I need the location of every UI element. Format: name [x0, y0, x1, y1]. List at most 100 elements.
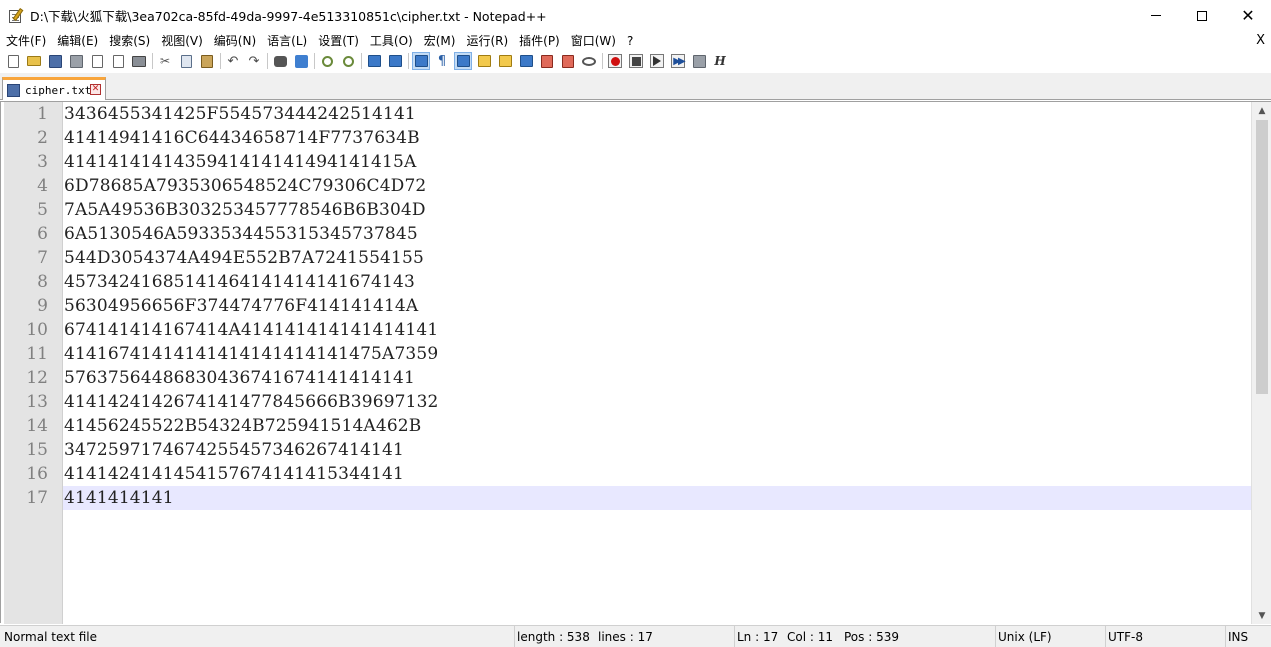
pilcrow-icon: ¶	[437, 53, 447, 69]
run-macro-multiple-button[interactable]: ▶▶	[669, 52, 687, 70]
indent-guide-button[interactable]	[454, 52, 472, 70]
sync-horizontal-button[interactable]	[386, 52, 404, 70]
scroll-down-arrow-icon[interactable]: ▼	[1252, 607, 1271, 624]
text-content[interactable]: 3436455341425F554573444242514141 41414941…	[63, 102, 1252, 624]
menu-language[interactable]: 语言(L)	[261, 32, 312, 49]
print-button[interactable]	[130, 52, 148, 70]
close-all-icon	[112, 54, 124, 68]
menu-run[interactable]: 运行(R)	[460, 32, 513, 49]
folder-as-workspace-button[interactable]	[559, 52, 577, 70]
close-window-button[interactable]: ✕	[1225, 0, 1271, 31]
menu-tools[interactable]: 工具(O)	[364, 32, 418, 49]
close-all-button[interactable]	[109, 52, 127, 70]
text-line[interactable]: 674141414167414A414141414141414141	[64, 318, 438, 342]
text-line[interactable]: 6A5130546A5933534455315345737845	[64, 222, 418, 246]
text-line[interactable]: 57637564486830436741674141414141	[64, 366, 415, 390]
doc-map-button[interactable]	[496, 52, 514, 70]
play-macro-button[interactable]	[648, 52, 666, 70]
text-line[interactable]: 45734241685141464141414141674143	[64, 270, 415, 294]
zoom-out-button[interactable]	[339, 52, 357, 70]
status-length: length : 538	[514, 626, 590, 647]
undo-button[interactable]: ↶	[224, 52, 242, 70]
zoom-in-button[interactable]	[318, 52, 336, 70]
status-ln: Ln : 17	[734, 626, 778, 647]
vertical-scrollbar[interactable]: ▲ ▼	[1251, 102, 1271, 624]
line-number: 1	[37, 104, 48, 124]
monitoring-button[interactable]	[580, 52, 598, 70]
text-line[interactable]: 56304956656F374474776F414141414A	[64, 294, 418, 318]
function-list-icon	[541, 54, 553, 68]
line-number: 15	[26, 440, 48, 460]
binoculars-icon	[273, 55, 287, 67]
open-folder-icon	[27, 56, 41, 66]
tab-cipher-txt[interactable]: cipher.txt ✕	[2, 77, 106, 100]
text-line[interactable]: 3472597174674255457346267414141	[64, 438, 404, 462]
save-all-button[interactable]	[67, 52, 85, 70]
paste-button[interactable]	[198, 52, 216, 70]
text-line[interactable]: 4141424142674141477845666B39697132	[64, 390, 439, 414]
function-list-button[interactable]	[538, 52, 556, 70]
editor-area[interactable]: 1 2 3 4 5 6 7 8 9 10 11 12 13 14 15 16 17 3436455341425F…	[0, 101, 1271, 624]
find-button[interactable]	[271, 52, 289, 70]
copy-icon	[180, 54, 192, 68]
status-encoding[interactable]: UTF-8	[1105, 626, 1143, 647]
status-pos: Pos : 539	[844, 630, 899, 644]
toolbar: ✂ ↶ ↷ ¶ ▶▶ H	[0, 50, 1271, 72]
line-number: 14	[26, 416, 48, 436]
status-lines: lines : 17	[598, 630, 653, 644]
macro-h-button[interactable]: H	[711, 52, 729, 70]
indent-guide-icon	[456, 55, 470, 67]
menu-macro[interactable]: 宏(M)	[418, 32, 461, 49]
minimize-button[interactable]	[1133, 0, 1179, 31]
save-button[interactable]	[46, 52, 64, 70]
zoom-out-icon	[342, 55, 354, 67]
menu-encoding[interactable]: 编码(N)	[208, 32, 261, 49]
text-line[interactable]: 4141424141454157674141415344141	[64, 462, 404, 486]
stop-macro-button[interactable]	[627, 52, 645, 70]
scroll-thumb[interactable]	[1256, 120, 1268, 394]
cut-button[interactable]: ✂	[156, 52, 174, 70]
print-icon	[132, 55, 146, 67]
toolbar-separator	[314, 53, 315, 69]
menu-window[interactable]: 窗口(W)	[565, 32, 621, 49]
word-wrap-button[interactable]	[412, 52, 430, 70]
close-icon: ✕	[1241, 6, 1255, 25]
toolbar-separator	[220, 53, 221, 69]
maximize-button[interactable]	[1179, 0, 1225, 31]
text-line[interactable]: 7A5A49536B303253457778546B6B304D	[64, 198, 426, 222]
tab-close-icon[interactable]: ✕	[90, 84, 101, 95]
sync-vertical-button[interactable]	[365, 52, 383, 70]
redo-button[interactable]: ↷	[245, 52, 263, 70]
text-line[interactable]: 6D78685A7935306548524C79306C4D72	[64, 174, 426, 198]
record-macro-button[interactable]	[606, 52, 624, 70]
text-line[interactable]: 41414941416C64434658714F7737634B	[64, 126, 420, 150]
scroll-up-arrow-icon[interactable]: ▲	[1252, 102, 1271, 119]
menu-view[interactable]: 视图(V)	[155, 32, 208, 49]
menu-plugins[interactable]: 插件(P)	[513, 32, 565, 49]
menu-edit[interactable]: 编辑(E)	[51, 32, 103, 49]
text-line[interactable]: 3436455341425F554573444242514141	[64, 102, 416, 126]
close-file-icon	[91, 54, 103, 68]
text-line[interactable]: 41416741414141414141414141475A7359	[64, 342, 438, 366]
save-macro-button[interactable]	[690, 52, 708, 70]
open-file-button[interactable]	[25, 52, 43, 70]
document-list-icon	[519, 55, 533, 67]
menu-help[interactable]: ?	[621, 34, 638, 48]
menu-settings[interactable]: 设置(T)	[312, 32, 364, 49]
new-file-button[interactable]	[4, 52, 22, 70]
status-eol[interactable]: Unix (LF)	[995, 626, 1052, 647]
replace-button[interactable]	[292, 52, 310, 70]
show-all-characters-button[interactable]: ¶	[433, 52, 451, 70]
text-line[interactable]: 4141414141435941414141494141415A	[64, 150, 416, 174]
close-document-button[interactable]: X	[1256, 31, 1265, 50]
text-line[interactable]: 4141414141	[64, 486, 174, 510]
fast-forward-icon: ▶▶	[673, 55, 686, 67]
doc-list-button[interactable]	[517, 52, 535, 70]
text-line[interactable]: 41456245522B54324B725941514A462B	[64, 414, 421, 438]
udl-button[interactable]	[475, 52, 493, 70]
copy-button[interactable]	[177, 52, 195, 70]
menu-search[interactable]: 搜索(S)	[103, 32, 155, 49]
text-line[interactable]: 544D3054374A494E552B7A7241554155	[64, 246, 424, 270]
close-button[interactable]	[88, 52, 106, 70]
menu-file[interactable]: 文件(F)	[0, 32, 51, 49]
